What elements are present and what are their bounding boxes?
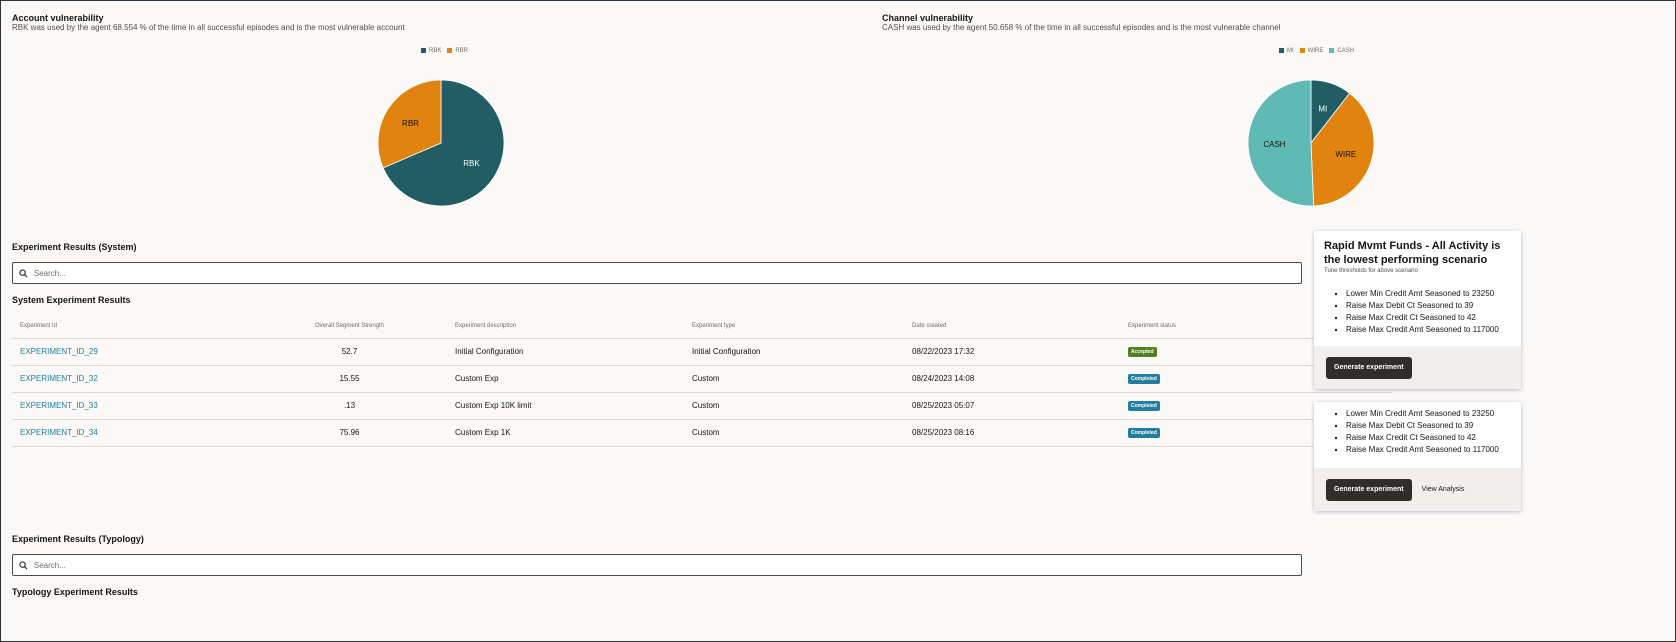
column-header-experiment-type[interactable]: Experiment type	[684, 314, 904, 339]
experiment-id-link[interactable]: EXPERIMENT_ID_33	[12, 392, 252, 420]
typology-search-box[interactable]	[12, 554, 1302, 576]
channel-chart-legend: MI WIRE CASH	[1279, 48, 1354, 54]
experiment-id-link[interactable]: EXPERIMENT_ID_34	[12, 419, 252, 447]
system-table-title: System Experiment Results	[12, 295, 131, 305]
recommendation-list: Lower Min Credit Amt Seasoned to 23250 R…	[1314, 408, 1521, 456]
type-cell: Custom	[684, 419, 904, 447]
legend-label: RBK	[429, 48, 442, 55]
card-footer: Generate experiment	[1314, 346, 1521, 389]
legend-swatch	[1279, 48, 1284, 53]
recommendation-card: Rapid Mvmt Funds - All Activity is the l…	[1314, 231, 1521, 389]
segment-strength-cell: 15.55	[252, 365, 447, 393]
table-row[interactable]: EXPERIMENT_ID_33 .13 Custom Exp 10K limi…	[12, 392, 1392, 420]
pie-label-rbk: RBK	[463, 159, 480, 168]
account-pie-chart: RBK RBR	[377, 79, 505, 207]
column-header-experiment-id[interactable]: Experiment Id	[12, 314, 252, 339]
list-item: Raise Max Credit Ct Seasoned to 42	[1346, 312, 1521, 324]
view-analysis-link[interactable]: View Analysis	[1422, 486, 1465, 493]
legend-label: MI	[1287, 48, 1294, 55]
column-header-experiment-description[interactable]: Experiment description	[447, 314, 684, 339]
legend-swatch	[421, 48, 426, 53]
legend-label: CASH	[1337, 48, 1355, 55]
column-header-date-created[interactable]: Date created	[904, 314, 1120, 339]
type-cell: Custom	[684, 392, 904, 420]
search-icon	[19, 560, 28, 569]
table-row[interactable]: EXPERIMENT_ID_32 15.55 Custom Exp Custom…	[12, 365, 1392, 393]
list-item: Lower Min Credit Amt Seasoned to 23250	[1346, 408, 1521, 420]
experiment-id-link[interactable]: EXPERIMENT_ID_29	[12, 338, 252, 366]
segment-strength-cell: .13	[252, 392, 447, 420]
card-title: Rapid Mvmt Funds - All Activity is the l…	[1324, 240, 1501, 266]
pie-label-mi: MI	[1318, 104, 1327, 113]
date-cell: 08/22/2023 17:32	[904, 338, 1120, 366]
type-cell: Custom	[684, 365, 904, 393]
system-section-title: Experiment Results (System)	[12, 242, 137, 252]
channel-vulnerability-title: Channel vulnerability	[882, 13, 974, 23]
status-badge: Accepted	[1128, 347, 1157, 357]
legend-swatch	[1299, 48, 1305, 53]
system-results-table: Experiment Id Overall Segment Strength E…	[12, 314, 1392, 447]
list-item: Raise Max Debit Ct Seasoned to 39	[1346, 300, 1521, 312]
typology-table-title: Typology Experiment Results	[12, 587, 138, 597]
account-vulnerability-subtitle: RBK was used by the agent 68.554 % of th…	[12, 23, 405, 32]
segment-strength-cell: 52.7	[252, 338, 447, 366]
legend-item-mi[interactable]: MI	[1279, 48, 1294, 54]
description-cell: Custom Exp	[447, 365, 684, 393]
table-row[interactable]: EXPERIMENT_ID_29 52.7 Initial Configurat…	[12, 338, 1392, 366]
system-results-table-wrap: Experiment Id Overall Segment Strength E…	[12, 314, 1392, 447]
legend-swatch	[447, 48, 453, 53]
type-cell: Initial Configuration	[684, 338, 904, 366]
segment-strength-cell: 75.96	[252, 419, 447, 447]
list-item: Lower Min Credit Amt Seasoned to 23250	[1346, 288, 1521, 300]
legend-swatch	[1329, 48, 1335, 53]
column-header-overall-segment-strength[interactable]: Overall Segment Strength	[252, 314, 447, 339]
channel-pie-chart: MI WIRE CASH	[1247, 79, 1375, 207]
legend-item-rbr[interactable]: RBR	[447, 48, 468, 54]
card-footer: Generate experiment View Analysis	[1314, 468, 1521, 511]
legend-label: RBR	[455, 48, 469, 55]
pie-label-wire: WIRE	[1335, 150, 1356, 159]
table-row[interactable]: EXPERIMENT_ID_34 75.96 Custom Exp 1K Cus…	[12, 419, 1392, 447]
description-cell: Custom Exp 10K limit	[447, 392, 684, 420]
description-cell: Custom Exp 1K	[447, 419, 684, 447]
date-cell: 08/24/2023 14:08	[904, 365, 1120, 393]
generate-experiment-button[interactable]: Generate experiment	[1326, 478, 1412, 501]
system-search-box[interactable]	[12, 262, 1302, 284]
pie-label-cash: CASH	[1263, 140, 1285, 149]
legend-label: WIRE	[1307, 48, 1324, 55]
generate-experiment-button[interactable]: Generate experiment	[1326, 356, 1412, 379]
legend-item-rbk[interactable]: RBK	[421, 48, 441, 54]
card-subtitle: Tune thresholds for above scenario	[1324, 268, 1418, 274]
date-cell: 08/25/2023 05:07	[904, 392, 1120, 420]
list-item: Raise Max Credit Amt Seasoned to 117000	[1346, 444, 1521, 456]
experiment-id-link[interactable]: EXPERIMENT_ID_32	[12, 365, 252, 393]
status-badge: Completed	[1128, 374, 1160, 384]
system-search-input[interactable]	[33, 268, 1301, 278]
legend-item-cash[interactable]: CASH	[1329, 48, 1354, 54]
search-icon	[19, 268, 28, 277]
pie-label-rbr: RBR	[402, 119, 419, 128]
list-item: Raise Max Debit Ct Seasoned to 39	[1346, 420, 1521, 432]
date-cell: 08/25/2023 08:16	[904, 419, 1120, 447]
description-cell: Initial Configuration	[447, 338, 684, 366]
typology-section-title: Experiment Results (Typology)	[12, 534, 144, 544]
channel-vulnerability-subtitle: CASH was used by the agent 50.658 % of t…	[882, 23, 1281, 32]
account-vulnerability-title: Account vulnerability	[12, 13, 104, 23]
typology-search-input[interactable]	[33, 560, 1301, 570]
list-item: Raise Max Credit Ct Seasoned to 42	[1346, 432, 1521, 444]
status-badge: Completed	[1128, 401, 1160, 411]
account-chart-legend: RBK RBR	[421, 48, 468, 54]
recommendation-list: Lower Min Credit Amt Seasoned to 23250 R…	[1314, 288, 1521, 336]
recommendation-card: Lower Min Credit Amt Seasoned to 23250 R…	[1314, 402, 1521, 511]
legend-item-wire[interactable]: WIRE	[1299, 48, 1324, 55]
table-header-row: Experiment Id Overall Segment Strength E…	[12, 314, 1392, 339]
status-badge: Completed	[1128, 428, 1160, 438]
list-item: Raise Max Credit Amt Seasoned to 117000	[1346, 324, 1521, 336]
